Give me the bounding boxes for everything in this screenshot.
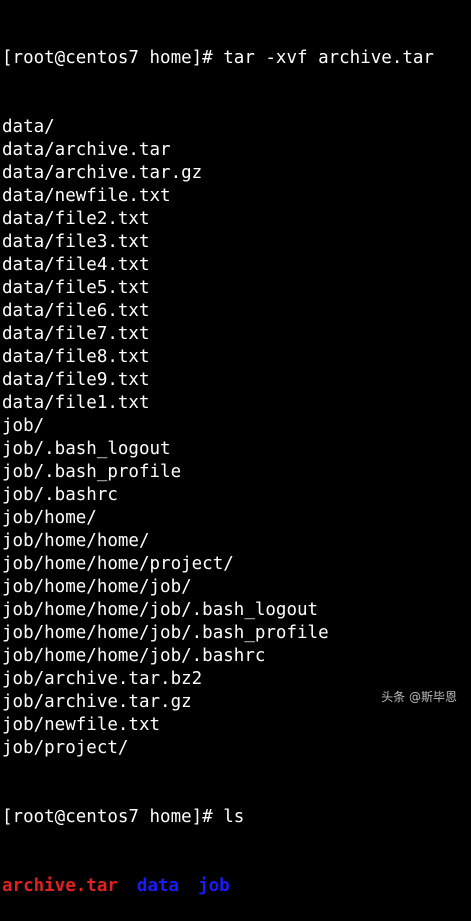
output-line: data/file9.txt: [2, 370, 150, 390]
output-line: job/home/home/job/: [2, 577, 192, 597]
command-line-ls: [root@centos7 home]# ls: [2, 807, 245, 827]
output-line: job/home/: [2, 508, 97, 528]
output-line: job/home/home/project/: [2, 554, 234, 574]
output-line: data/file6.txt: [2, 301, 150, 321]
watermark: 头条 @斯毕恩: [381, 690, 457, 704]
output-line: job/.bashrc: [2, 485, 118, 505]
output-line: data/newfile.txt: [2, 186, 171, 206]
output-line: job/home/home/job/.bash_profile: [2, 623, 329, 643]
output-line: job/.bash_logout: [2, 439, 171, 459]
output-line: data/file5.txt: [2, 278, 150, 298]
output-line: job/: [2, 416, 45, 436]
output-line: job/home/home/: [2, 531, 150, 551]
output-line: job/newfile.txt: [2, 715, 161, 735]
output-line: job/.bash_profile: [2, 462, 182, 482]
output-line: job/home/home/job/.bashrc: [2, 646, 266, 666]
ls-entry-archive-tar: archive.tar: [2, 876, 118, 896]
ls-output: archive.tar data job: [2, 875, 471, 898]
output-line: job/home/home/job/.bash_logout: [2, 600, 319, 620]
ls-entry-data: data: [136, 876, 180, 896]
output-line: data/archive.tar.gz: [2, 163, 203, 183]
tar-output: data/data/archive.tar data/archive.tar.gz…: [2, 116, 471, 760]
terminal-window[interactable]: [root@centos7 home]# tar -xvf archive.ta…: [2, 1, 471, 896]
output-line: data/file7.txt: [2, 324, 150, 344]
output-line: data/file1.txt: [2, 393, 150, 413]
output-line: data/file4.txt: [2, 255, 150, 275]
output-line: data/: [2, 117, 55, 137]
ls-entry-job: job: [198, 876, 230, 896]
output-line: data/archive.tar: [2, 140, 171, 160]
output-line: data/file8.txt: [2, 347, 150, 367]
command-line-tar: [root@centos7 home]# tar -xvf archive.ta…: [2, 48, 434, 68]
output-line: data/file3.txt: [2, 232, 150, 252]
output-line: job/project/: [2, 738, 129, 758]
output-line: data/file2.txt: [2, 209, 150, 229]
